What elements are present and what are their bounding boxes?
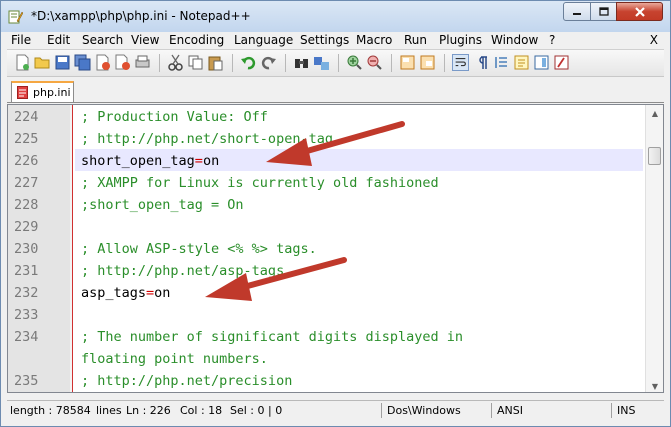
- menu-encoding[interactable]: Encoding: [169, 33, 224, 47]
- line-number: 227: [14, 175, 39, 191]
- unsaved-file-icon: [17, 86, 28, 99]
- scroll-down-icon[interactable]: ▼: [646, 378, 663, 392]
- replace-icon[interactable]: [313, 54, 330, 71]
- menu-edit[interactable]: Edit: [47, 33, 70, 47]
- word-wrap-icon[interactable]: [452, 54, 469, 71]
- minimize-icon: [573, 12, 581, 15]
- code-line: ; XAMPP for Linux is currently old fashi…: [81, 175, 439, 191]
- show-all-characters-icon[interactable]: [473, 54, 490, 71]
- line-number: 233: [14, 307, 39, 323]
- close-icon: [634, 6, 645, 17]
- editor-pane[interactable]: 224 ; Production Value: Off 225 ; http:/…: [7, 104, 664, 393]
- menu-file[interactable]: File: [11, 33, 31, 47]
- undo-icon[interactable]: [240, 54, 257, 71]
- close-file-icon[interactable]: [94, 54, 111, 71]
- function-list-icon[interactable]: [553, 54, 570, 71]
- menu-search[interactable]: Search: [82, 33, 123, 47]
- cut-icon[interactable]: [167, 54, 184, 71]
- line-number: 229: [14, 219, 39, 235]
- scroll-up-icon[interactable]: ▲: [646, 105, 663, 121]
- redo-icon[interactable]: [260, 54, 277, 71]
- code-line-short-open-tag: short_open_tag=on: [81, 153, 219, 169]
- line-number: 235: [14, 373, 39, 389]
- print-icon[interactable]: [134, 54, 151, 71]
- line-number: 230: [14, 241, 39, 257]
- status-lines: lines: [96, 404, 122, 417]
- status-insert-mode[interactable]: INS: [617, 404, 635, 417]
- menu-view[interactable]: View: [131, 33, 159, 47]
- maximize-button[interactable]: [590, 2, 617, 21]
- code-line-asp-tags: asp_tags=on: [81, 285, 170, 301]
- status-sel: Sel : 0 | 0: [230, 404, 283, 417]
- notepad-app-icon: [8, 10, 23, 24]
- vertical-scrollbar[interactable]: ▲ ▼: [645, 105, 663, 392]
- window-title: *D:\xampp\php\php.ini - Notepad++: [31, 9, 251, 23]
- toolbar: [7, 49, 664, 77]
- code-line: ; http://php.net/precision: [81, 373, 293, 389]
- save-icon[interactable]: [54, 54, 71, 71]
- close-all-icon[interactable]: [114, 54, 131, 71]
- document-map-icon[interactable]: [533, 54, 550, 71]
- minimize-button[interactable]: [563, 2, 591, 21]
- status-encoding[interactable]: ANSI: [497, 404, 523, 417]
- assign-operator: =: [194, 153, 203, 169]
- notepad-window: *D:\xampp\php\php.ini - Notepad++ File E…: [0, 0, 671, 427]
- scrollbar-thumb[interactable]: [648, 147, 661, 165]
- menu-plugins[interactable]: Plugins: [439, 33, 482, 47]
- tab-php-ini[interactable]: php.ini: [11, 81, 74, 102]
- find-icon[interactable]: [293, 54, 310, 71]
- code-line: ; http://php.net/asp-tags: [81, 263, 285, 279]
- directive-value: on: [202, 153, 220, 169]
- maximize-icon: [598, 7, 609, 16]
- line-number: 224: [14, 109, 39, 125]
- sync-horizontal-icon[interactable]: [419, 54, 436, 71]
- status-bar: length : 78584 lines Ln : 226 Col : 18 S…: [7, 400, 664, 420]
- directive-key: short_open_tag: [81, 153, 195, 169]
- menu-run[interactable]: Run: [404, 33, 427, 47]
- code-line: ; Allow ASP-style <% %> tags.: [81, 241, 317, 257]
- line-number: 226: [14, 153, 39, 169]
- indent-guide-icon[interactable]: [493, 54, 510, 71]
- sync-vertical-icon[interactable]: [399, 54, 416, 71]
- code-line: ;short_open_tag = On: [81, 197, 244, 213]
- new-file-icon[interactable]: [14, 54, 31, 71]
- line-number: 234: [14, 329, 39, 345]
- status-eol[interactable]: Dos\Windows: [387, 404, 461, 417]
- menu-settings[interactable]: Settings: [300, 33, 349, 47]
- menu-window[interactable]: Window: [491, 33, 538, 47]
- close-document-button[interactable]: X: [650, 33, 658, 47]
- open-file-icon[interactable]: [34, 54, 51, 71]
- paste-icon[interactable]: [207, 54, 224, 71]
- code-line: ; http://php.net/short-open-tag: [81, 131, 333, 147]
- code-line-wrapped: floating point numbers.: [81, 351, 268, 367]
- assign-operator: =: [146, 285, 155, 301]
- line-number: 232: [14, 285, 39, 301]
- line-number: 231: [14, 263, 39, 279]
- code-line: ; The number of significant digits displ…: [81, 329, 464, 345]
- tab-bar: php.ini: [7, 77, 664, 103]
- line-number: 228: [14, 197, 39, 213]
- menu-macro[interactable]: Macro: [356, 33, 392, 47]
- save-all-icon[interactable]: [74, 54, 91, 71]
- menu-language[interactable]: Language: [234, 33, 293, 47]
- edge-marker: [72, 105, 73, 392]
- directive-key: asp_tags: [81, 285, 147, 301]
- status-length: length : 78584: [10, 404, 91, 417]
- code-line: ; Production Value: Off: [81, 109, 268, 125]
- status-ln: Ln : 226: [126, 404, 171, 417]
- close-button[interactable]: [616, 2, 663, 21]
- zoom-out-icon[interactable]: [366, 54, 383, 71]
- line-number: 225: [14, 131, 39, 147]
- menu-help[interactable]: ?: [549, 33, 555, 47]
- copy-icon[interactable]: [187, 54, 204, 71]
- directive-value: on: [154, 285, 171, 301]
- tab-label: php.ini: [33, 86, 71, 99]
- user-language-icon[interactable]: [513, 54, 530, 71]
- zoom-in-icon[interactable]: [346, 54, 363, 71]
- title-bar[interactable]: *D:\xampp\php\php.ini - Notepad++: [1, 1, 670, 32]
- status-col: Col : 18: [180, 404, 223, 417]
- menu-bar: File Edit Search View Encoding Language …: [7, 32, 664, 49]
